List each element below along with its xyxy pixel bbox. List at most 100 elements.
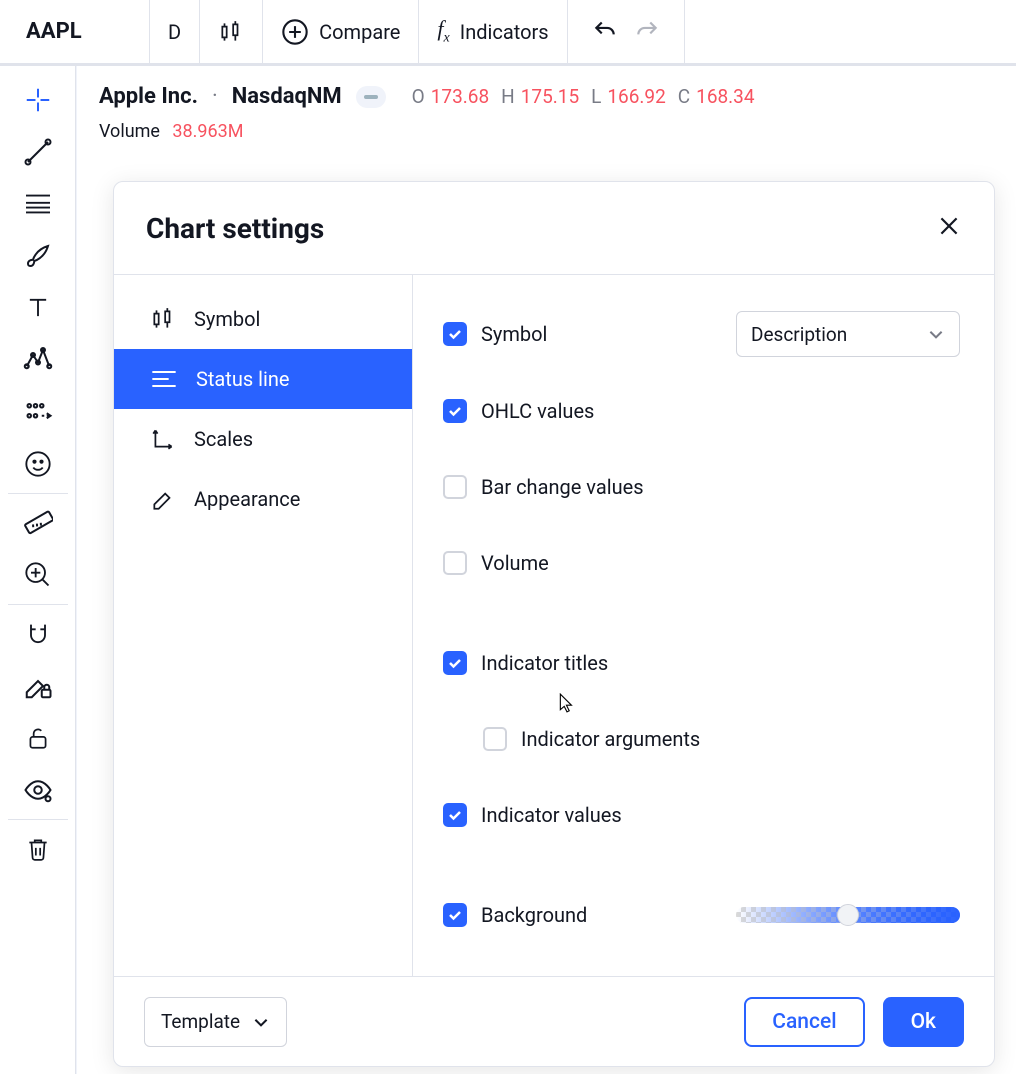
indicator-values-checkbox[interactable]	[443, 803, 467, 827]
text-icon	[24, 294, 52, 322]
magnet-tool[interactable]	[7, 608, 69, 660]
tab-symbol[interactable]: Symbol	[114, 289, 412, 349]
trash-icon	[25, 835, 51, 863]
bar-change-label: Bar change values	[481, 475, 644, 499]
market-status-badge	[356, 86, 386, 108]
row-indicator-titles: Indicator titles	[443, 641, 960, 685]
compare-button[interactable]: Compare	[263, 0, 419, 63]
lock-tool[interactable]	[7, 712, 69, 764]
ruler-tool[interactable]	[7, 497, 69, 549]
row-indicator-values: Indicator values	[443, 793, 960, 837]
crosshair-tool[interactable]	[7, 74, 69, 126]
tab-scales-label: Scales	[194, 427, 253, 451]
redo-button[interactable]	[626, 14, 668, 49]
undo-button[interactable]	[584, 14, 626, 49]
symbol-label: Symbol	[481, 322, 547, 346]
separator-dot: ·	[212, 84, 218, 109]
ok-label: Ok	[911, 1010, 936, 1034]
status-line-icon	[150, 368, 178, 390]
toolbar-separator	[8, 819, 68, 820]
dialog-footer: Template Cancel Ok	[114, 976, 994, 1066]
interval-picker[interactable]: D	[150, 0, 200, 63]
volume-label: Volume	[99, 121, 160, 142]
zoom-in-icon	[24, 561, 52, 589]
row-bar-change: Bar change values	[443, 465, 960, 509]
ok-button[interactable]: Ok	[883, 997, 964, 1047]
background-opacity-slider[interactable]	[736, 907, 960, 923]
template-button[interactable]: Template	[144, 997, 287, 1047]
indicator-arguments-checkbox[interactable]	[483, 727, 507, 751]
emoji-icon	[24, 450, 52, 478]
forecast-tool[interactable]	[7, 386, 69, 438]
indicator-titles-label: Indicator titles	[481, 651, 608, 675]
top-toolbar: AAPL D Compare fx Indicators	[0, 0, 1016, 66]
unlock-icon	[25, 724, 51, 752]
indicator-titles-checkbox[interactable]	[443, 651, 467, 675]
symbol-checkbox[interactable]	[443, 322, 467, 346]
trend-line-icon	[23, 137, 53, 167]
symbol-display-select[interactable]: Description	[736, 311, 960, 357]
tab-appearance[interactable]: Appearance	[114, 469, 412, 529]
eye-icon	[23, 777, 53, 803]
open-value: 173.68	[431, 85, 489, 108]
interval-text: D	[168, 20, 181, 44]
tab-status-line-label: Status line	[196, 367, 290, 391]
bar-change-checkbox[interactable]	[443, 475, 467, 499]
low-label: L	[591, 85, 601, 108]
high-value: 175.15	[521, 85, 579, 108]
background-checkbox[interactable]	[443, 903, 467, 927]
history-group	[568, 0, 685, 63]
toolbar-separator	[8, 493, 68, 494]
low-value: 166.92	[607, 85, 665, 108]
redo-icon	[634, 18, 660, 40]
dialog-body: Symbol Status line Scales Appearance Sym…	[114, 274, 994, 976]
indicators-button[interactable]: fx Indicators	[419, 0, 567, 63]
dialog-header: Chart settings	[114, 182, 994, 274]
close-button[interactable]	[936, 213, 962, 244]
ohlc-values: O173.68 H175.15 L166.92 C168.34	[406, 85, 755, 108]
dialog-title: Chart settings	[146, 212, 324, 245]
status-line: Apple Inc. · NasdaqNM O173.68 H175.15 L1…	[99, 84, 1016, 109]
lock-drawings-tool[interactable]	[7, 660, 69, 712]
emoji-tool[interactable]	[7, 438, 69, 490]
close-label: C	[678, 85, 690, 108]
row-background: Background	[443, 893, 960, 937]
drawing-toolbar	[0, 66, 76, 1074]
crosshair-icon	[23, 85, 53, 115]
delete-tool[interactable]	[7, 823, 69, 875]
tab-scales[interactable]: Scales	[114, 409, 412, 469]
brush-icon	[23, 241, 53, 271]
tab-status-line[interactable]: Status line	[114, 349, 412, 409]
exchange-name: NasdaqNM	[232, 84, 342, 109]
volume-checkbox[interactable]	[443, 551, 467, 575]
row-ohlc: OHLC values	[443, 389, 960, 433]
trend-line-tool[interactable]	[7, 126, 69, 178]
slider-thumb[interactable]	[837, 904, 859, 926]
chevron-down-icon	[927, 325, 945, 343]
row-volume: Volume	[443, 541, 960, 585]
ohlc-checkbox[interactable]	[443, 399, 467, 423]
indicator-arguments-label: Indicator arguments	[521, 727, 700, 751]
instrument-name: Apple Inc.	[99, 84, 198, 109]
row-symbol: Symbol Description	[443, 311, 960, 357]
indicator-values-label: Indicator values	[481, 803, 622, 827]
chart-style-button[interactable]	[200, 0, 263, 63]
pencil-icon	[150, 486, 176, 512]
volume-option-label: Volume	[481, 551, 549, 575]
scales-icon	[150, 426, 176, 452]
brush-tool[interactable]	[7, 230, 69, 282]
visibility-tool[interactable]	[7, 764, 69, 816]
dialog-tabs: Symbol Status line Scales Appearance	[114, 275, 412, 976]
zoom-tool[interactable]	[7, 549, 69, 601]
symbol-picker[interactable]: AAPL	[0, 0, 150, 63]
background-label: Background	[481, 903, 587, 927]
cancel-button[interactable]: Cancel	[744, 997, 864, 1047]
candles-icon	[218, 19, 244, 45]
tab-appearance-label: Appearance	[194, 487, 300, 511]
fib-icon	[23, 192, 53, 216]
text-tool[interactable]	[7, 282, 69, 334]
pattern-tool[interactable]	[7, 334, 69, 386]
indicators-label: Indicators	[460, 20, 549, 44]
fib-tool[interactable]	[7, 178, 69, 230]
ohlc-label: OHLC values	[481, 399, 594, 423]
